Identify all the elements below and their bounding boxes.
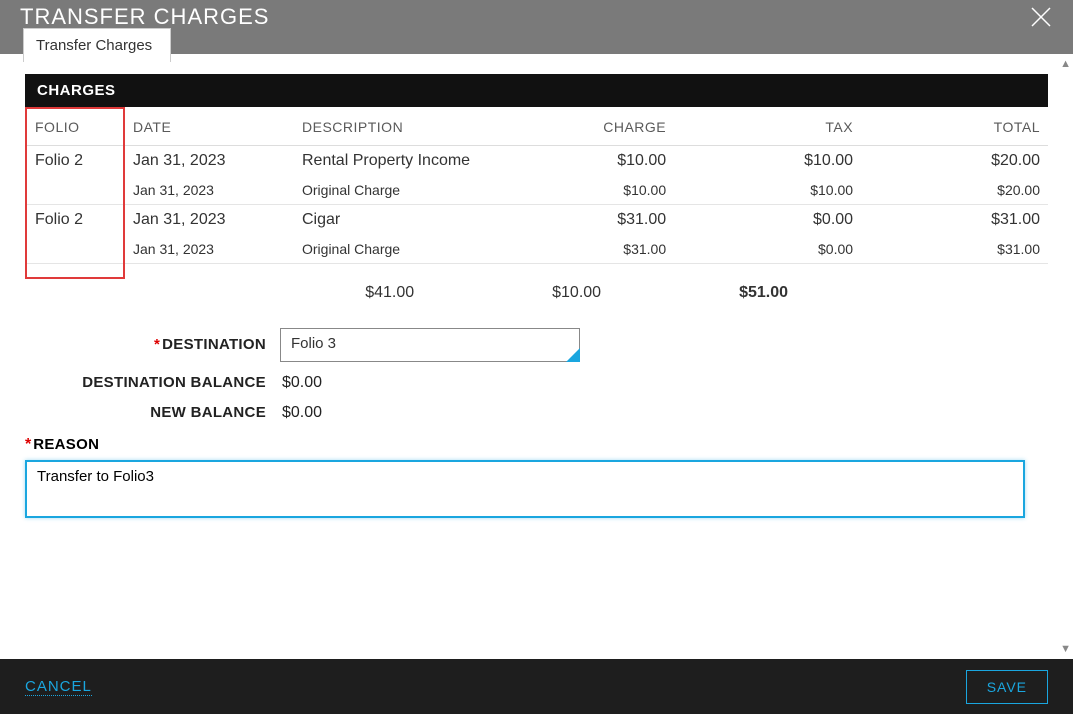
col-folio: FOLIO <box>26 108 124 146</box>
dest-balance-value: $0.00 <box>280 374 322 392</box>
dest-balance-label: DESTINATION BALANCE <box>25 374 280 391</box>
save-button[interactable]: SAVE <box>966 670 1048 704</box>
total-tax: $10.00 <box>552 284 601 301</box>
cell-charge-sub: $31.00 <box>487 235 674 264</box>
form-block: *DESTINATION Folio 3 DESTINATION BALANCE… <box>25 328 1048 422</box>
close-icon[interactable] <box>1029 5 1053 29</box>
cell-tax: $10.00 <box>674 146 861 177</box>
cell-tax-sub: $0.00 <box>674 235 861 264</box>
destination-select[interactable]: Folio 3 <box>280 328 580 362</box>
cell-folio: Folio 2 <box>26 205 124 236</box>
col-tax: TAX <box>674 108 861 146</box>
reason-textarea[interactable]: Transfer to Folio3 <box>25 460 1025 518</box>
cell-total-sub: $31.00 <box>861 235 1048 264</box>
col-date: DATE <box>124 108 294 146</box>
total-charge: $41.00 <box>365 284 414 301</box>
col-total: TOTAL <box>861 108 1048 146</box>
cell-date-sub: Jan 31, 2023 <box>124 176 294 205</box>
cell-folio: Folio 2 <box>26 146 124 177</box>
totals-row: $41.00 $10.00 $51.00 <box>26 278 1048 308</box>
modal-title: TRANSFER CHARGES <box>20 4 269 30</box>
table-row-sub: Jan 31, 2023 Original Charge $10.00 $10.… <box>26 176 1048 205</box>
cell-date: Jan 31, 2023 <box>124 146 294 177</box>
cell-desc-sub: Original Charge <box>294 176 487 205</box>
content-area: CHARGES FOLIO DATE DESCRIPTION CHARGE TA… <box>0 54 1073 659</box>
new-balance-value: $0.00 <box>280 404 322 422</box>
cell-folio-sub <box>26 235 124 264</box>
col-description: DESCRIPTION <box>294 108 487 146</box>
cell-description: Rental Property Income <box>294 146 487 177</box>
table-row: Folio 2 Jan 31, 2023 Cigar $31.00 $0.00 … <box>26 205 1048 236</box>
cell-tax: $0.00 <box>674 205 861 236</box>
cell-description: Cigar <box>294 205 487 236</box>
cell-charge: $31.00 <box>487 205 674 236</box>
cancel-button[interactable]: CANCEL <box>25 678 92 696</box>
footer-bar: CANCEL SAVE <box>0 659 1073 714</box>
col-charge: CHARGE <box>487 108 674 146</box>
table-row: Folio 2 Jan 31, 2023 Rental Property Inc… <box>26 146 1048 177</box>
table-row-sub: Jan 31, 2023 Original Charge $31.00 $0.0… <box>26 235 1048 264</box>
cell-total-sub: $20.00 <box>861 176 1048 205</box>
cell-desc-sub: Original Charge <box>294 235 487 264</box>
cell-charge-sub: $10.00 <box>487 176 674 205</box>
cell-folio-sub <box>26 176 124 205</box>
destination-label: *DESTINATION <box>25 336 280 353</box>
cell-tax-sub: $10.00 <box>674 176 861 205</box>
charges-table: FOLIO DATE DESCRIPTION CHARGE TAX TOTAL … <box>25 107 1048 308</box>
cell-date: Jan 31, 2023 <box>124 205 294 236</box>
destination-value: Folio 3 <box>280 328 580 362</box>
cell-date-sub: Jan 31, 2023 <box>124 235 294 264</box>
total-total: $51.00 <box>739 284 788 301</box>
dropdown-corner-icon <box>566 348 580 362</box>
charges-section-header: CHARGES <box>25 74 1048 107</box>
cell-total: $31.00 <box>861 205 1048 236</box>
reason-label: *REASON <box>25 436 1048 454</box>
cell-total: $20.00 <box>861 146 1048 177</box>
new-balance-label: NEW BALANCE <box>25 404 280 421</box>
modal-header: TRANSFER CHARGES Transfer Charges <box>0 0 1073 54</box>
cell-charge: $10.00 <box>487 146 674 177</box>
